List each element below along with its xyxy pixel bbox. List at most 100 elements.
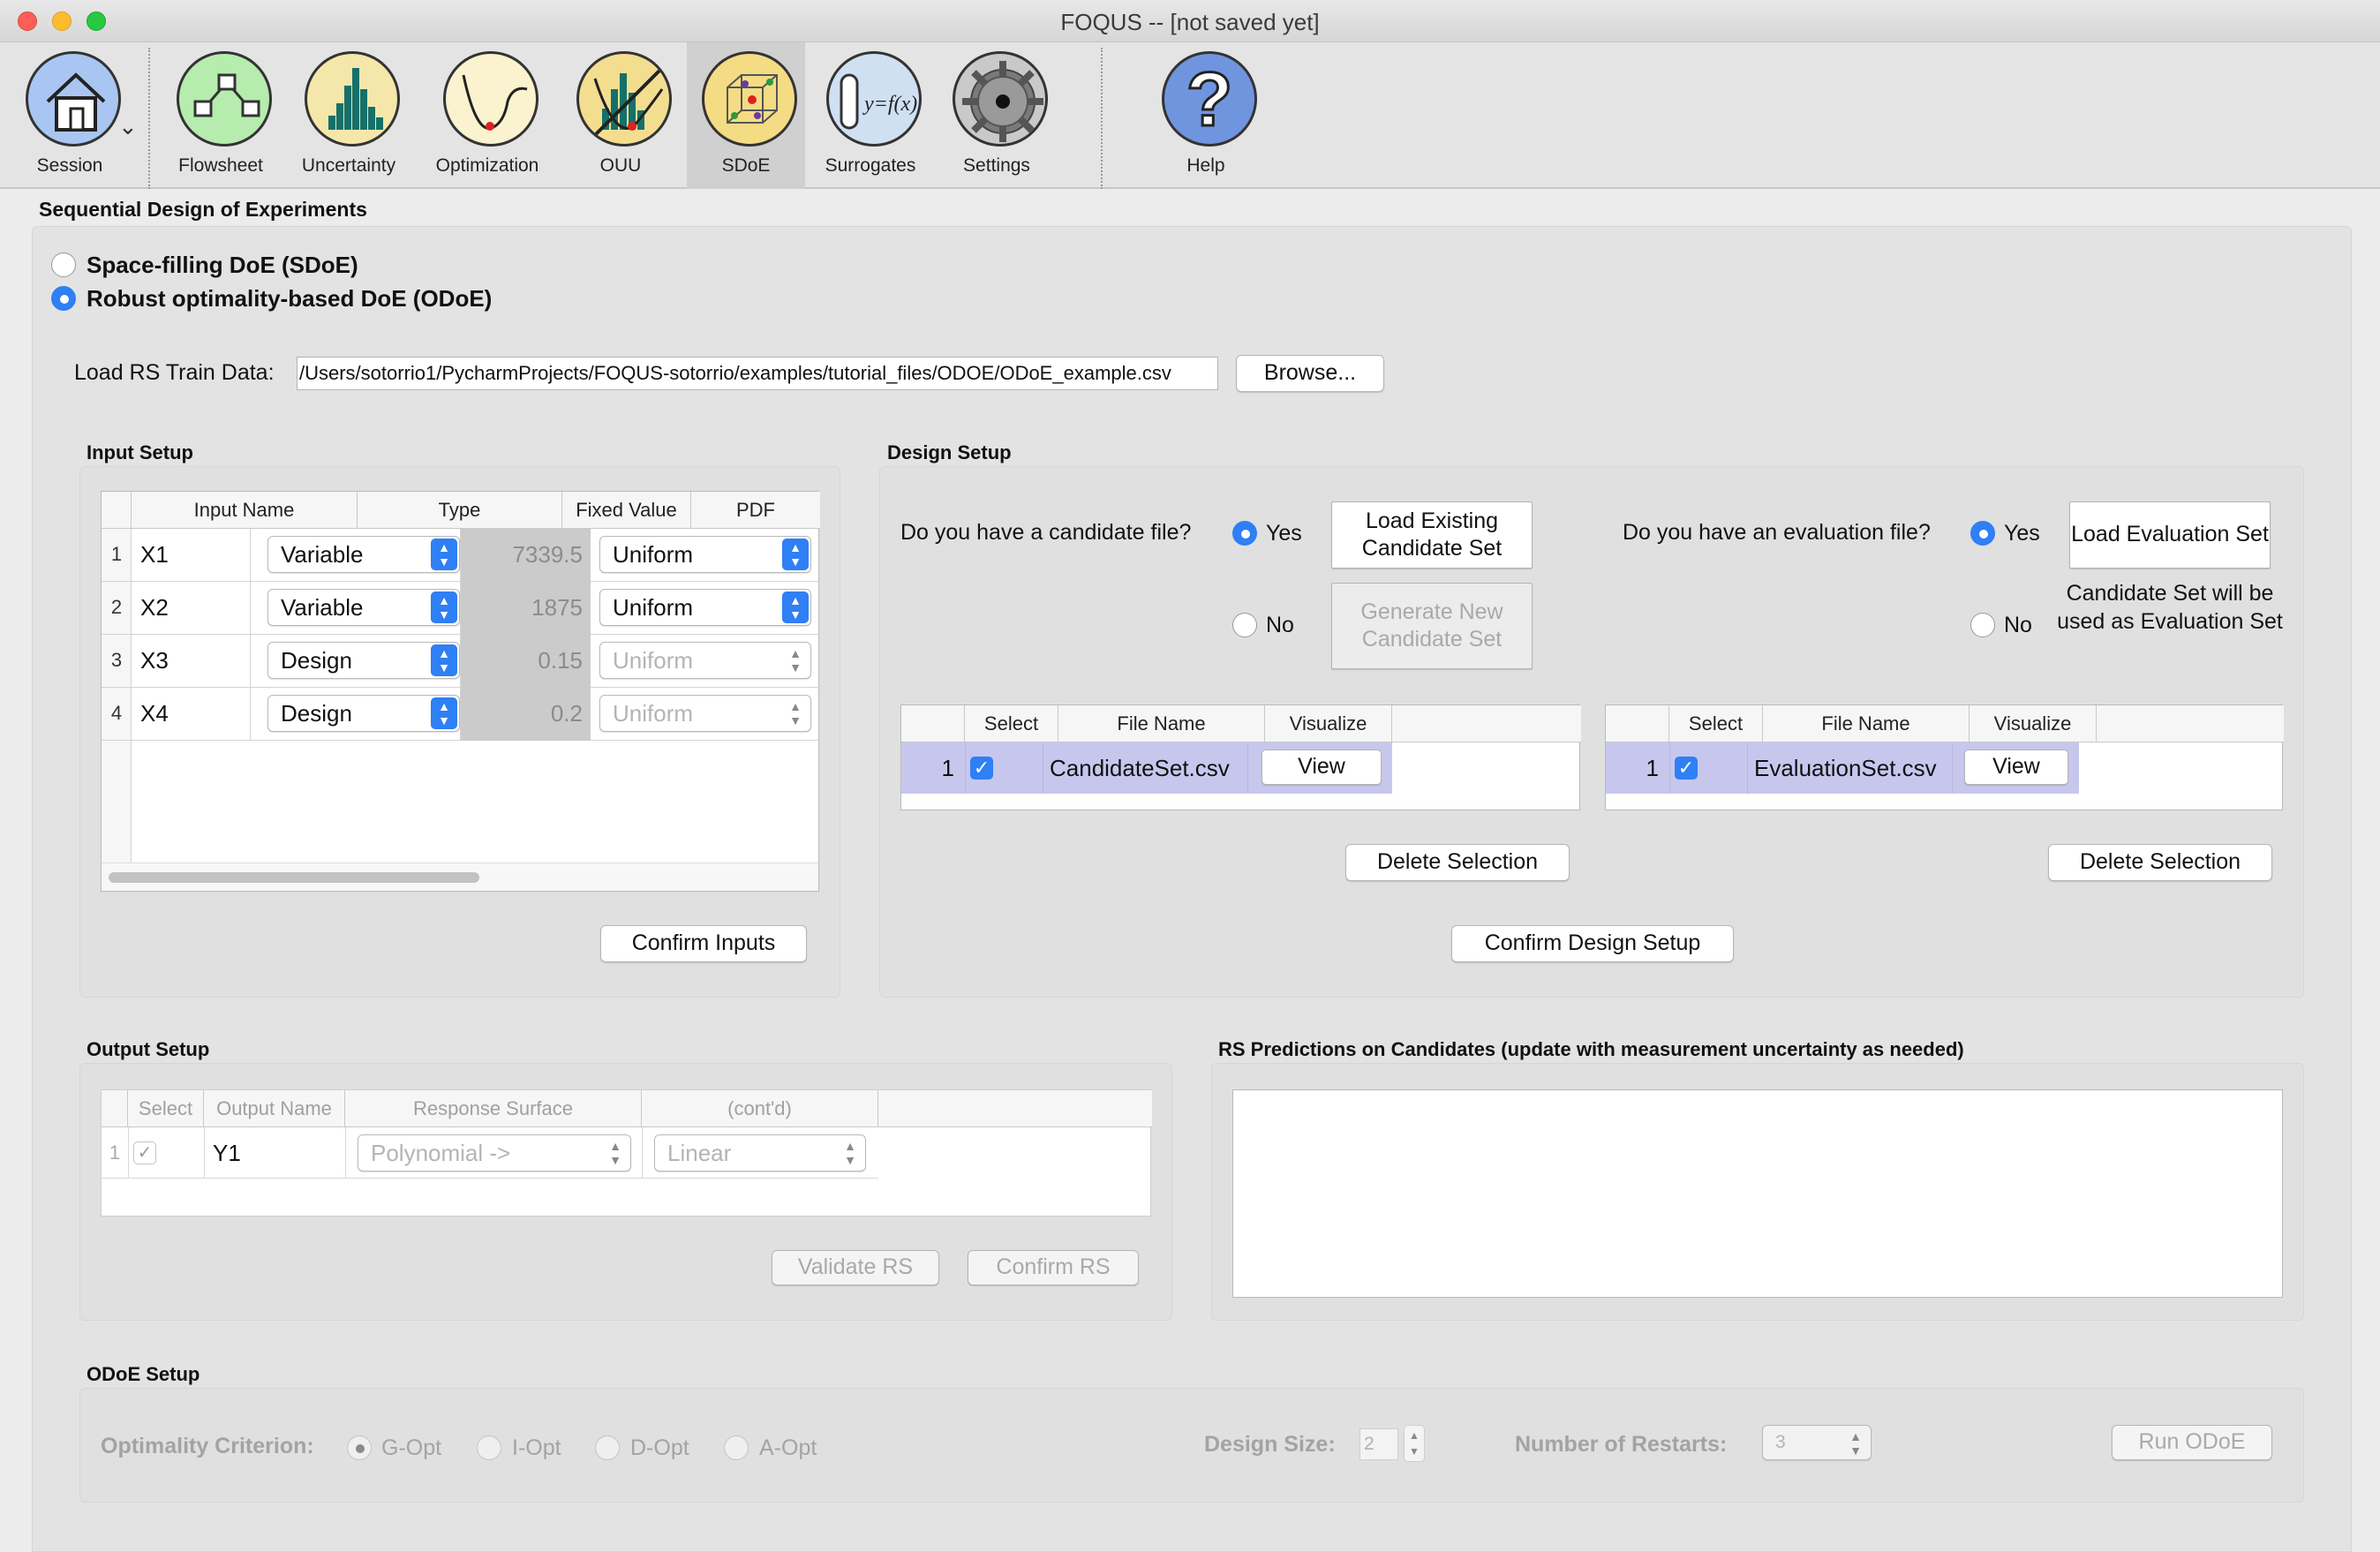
type-select[interactable]: Design ▲ ▼ — [267, 695, 460, 732]
column-header: Input Name — [132, 492, 358, 529]
toolbar-help[interactable]: ? Help — [1147, 42, 1265, 189]
toolbar-label: Optimization — [435, 155, 539, 176]
g-opt-label: G-Opt — [381, 1435, 442, 1460]
type-select[interactable]: Variable ▲ ▼ — [267, 589, 460, 626]
evaluation-select-checkbox[interactable]: ✓ — [1675, 757, 1698, 780]
column-header-filler — [1392, 705, 1581, 742]
toolbar-label: Settings — [963, 155, 1030, 176]
column-header-filler — [2097, 705, 2284, 742]
table-row: 1 ✓ Y1 Polynomial -> ▲ ▼ Linear ▲ ▼ — [102, 1127, 878, 1179]
load-evaluation-button[interactable]: Load Evaluation Set — [2069, 501, 2271, 569]
column-header: Visualize — [1970, 705, 2097, 742]
d-opt-radio — [595, 1435, 620, 1460]
pdf-value: Uniform — [613, 541, 694, 568]
column-header: Select — [128, 1090, 204, 1127]
browse-button[interactable]: Browse... — [1236, 355, 1384, 392]
delete-evaluation-selection-button[interactable]: Delete Selection — [2048, 844, 2272, 881]
updown-arrows-icon: ▲ ▼ — [782, 591, 809, 623]
column-header-filler — [878, 1090, 1152, 1127]
toolbar-optimization[interactable]: Optimization — [428, 42, 546, 189]
main-toolbar: Session ⌄ Flowsheet Uncertainty Optimiza… — [0, 42, 2380, 189]
design-setup-title: Design Setup — [887, 441, 1012, 463]
row-number: 2 — [110, 596, 123, 618]
column-header: Visualize — [1265, 705, 1392, 742]
help-question-icon: ? — [1162, 51, 1257, 147]
column-header: Select — [965, 705, 1058, 742]
updown-arrows-icon: ▲ ▼ — [609, 1139, 621, 1167]
candidate-yes-label: Yes — [1266, 521, 1302, 546]
pdf-select[interactable]: Uniform ▲ ▼ — [599, 536, 811, 573]
confirm-inputs-button[interactable]: Confirm Inputs — [600, 925, 807, 962]
updown-arrows-icon: ▲ ▼ — [431, 539, 457, 570]
restarts-select: 3 ▲ ▼ — [1762, 1425, 1872, 1460]
toolbar-uncertainty[interactable]: Uncertainty — [290, 42, 408, 189]
scrollbar-thumb[interactable] — [109, 872, 479, 883]
chevron-down-icon[interactable]: ⌄ — [118, 113, 138, 140]
view-candidate-button[interactable]: View — [1262, 750, 1382, 785]
validate-rs-button: Validate RS — [772, 1250, 939, 1285]
sdoe-mode-radio[interactable] — [51, 252, 76, 277]
evaluation-yes-radio[interactable] — [1970, 521, 1995, 546]
input-name-cell[interactable]: X4 — [140, 688, 169, 739]
horizontal-scrollbar[interactable] — [102, 863, 818, 891]
candidate-no-radio[interactable] — [1232, 613, 1257, 637]
evaluation-no-radio[interactable] — [1970, 613, 1995, 637]
design-size-stepper: ▲ ▼ — [1404, 1425, 1425, 1462]
toolbar-sdoe[interactable]: SDoE — [687, 42, 805, 189]
view-evaluation-button[interactable]: View — [1964, 750, 2068, 785]
toolbar-settings[interactable]: Settings — [938, 42, 1056, 189]
fixed-value-cell[interactable]: 7339.5 — [461, 529, 583, 580]
pdf-select[interactable]: Uniform ▲ ▼ — [599, 589, 811, 626]
table-row: 1 X1 Variable ▲ ▼ 7339.5 Uniform ▲ ▼ — [102, 529, 820, 582]
candidate-table: Select File Name Visualize 1 ✓ Candidate… — [900, 704, 1581, 810]
toolbar-surrogates[interactable]: y=f(x) Surrogates — [811, 42, 930, 189]
g-opt-radio — [347, 1435, 372, 1460]
fixed-value-cell[interactable]: 0.2 — [461, 688, 583, 739]
type-select[interactable]: Design ▲ ▼ — [267, 642, 460, 679]
rs-predictions-table[interactable] — [1232, 1089, 2283, 1298]
candidate-file-name: CandidateSet.csv — [1050, 755, 1230, 781]
column-header: Fixed Value — [562, 492, 691, 529]
rs-cont-select: Linear ▲ ▼ — [654, 1134, 866, 1172]
rs-predictions-title: RS Predictions on Candidates (update wit… — [1218, 1038, 1964, 1060]
surrogate-function-icon: y=f(x) — [826, 51, 922, 147]
optimization-curve-icon — [443, 51, 539, 147]
house-icon — [26, 51, 121, 147]
odoe-mode-radio[interactable] — [51, 286, 76, 311]
table-row[interactable]: 1 ✓ CandidateSet.csv View — [901, 742, 1392, 794]
rs-train-path-input[interactable]: /Users/sotorrio1/PycharmProjects/FOQUS-s… — [297, 357, 1218, 390]
fixed-value-cell[interactable]: 0.15 — [461, 635, 583, 686]
pdf-value: Uniform — [613, 647, 694, 674]
evaluation-question: Do you have an evaluation file? — [1623, 520, 1931, 545]
pdf-value: Uniform — [613, 700, 694, 727]
toolbar-label: Help — [1186, 155, 1225, 176]
delete-candidate-selection-button[interactable]: Delete Selection — [1345, 844, 1570, 881]
input-name-cell[interactable]: X3 — [140, 635, 169, 686]
toolbar-flowsheet[interactable]: Flowsheet — [162, 42, 280, 189]
candidate-select-checkbox[interactable]: ✓ — [970, 757, 993, 780]
response-surface-select: Polynomial -> ▲ ▼ — [358, 1134, 631, 1172]
type-value: Variable — [281, 594, 364, 621]
toolbar-ouu[interactable]: OUU — [561, 42, 680, 189]
candidate-yes-radio[interactable] — [1232, 521, 1257, 546]
toolbar-session[interactable]: Session ⌄ — [11, 42, 138, 189]
confirm-design-setup-button[interactable]: Confirm Design Setup — [1451, 925, 1734, 962]
load-existing-candidate-button[interactable]: Load Existing Candidate Set — [1331, 501, 1533, 569]
type-select[interactable]: Variable ▲ ▼ — [267, 536, 460, 573]
question-mark-glyph: ? — [1185, 57, 1234, 144]
i-opt-label: I-Opt — [512, 1435, 561, 1460]
a-opt-radio — [724, 1435, 749, 1460]
row-number: 3 — [110, 649, 123, 671]
input-name-cell[interactable]: X1 — [140, 529, 169, 580]
table-corner — [102, 1090, 128, 1127]
surrogate-formula: y=f(x) — [862, 93, 917, 116]
type-value: Design — [281, 700, 352, 727]
pdf-select: Uniform ▲ ▼ — [599, 642, 811, 679]
evaluation-no-label: No — [2004, 613, 2032, 637]
input-name-cell[interactable]: X2 — [140, 582, 169, 633]
flowsheet-icon — [177, 51, 272, 147]
fixed-value-cell[interactable]: 1875 — [461, 582, 583, 633]
table-row[interactable]: 1 ✓ EvaluationSet.csv View — [1606, 742, 2079, 794]
input-setup-title: Input Setup — [87, 441, 193, 463]
toolbar-separator — [1101, 48, 1103, 189]
